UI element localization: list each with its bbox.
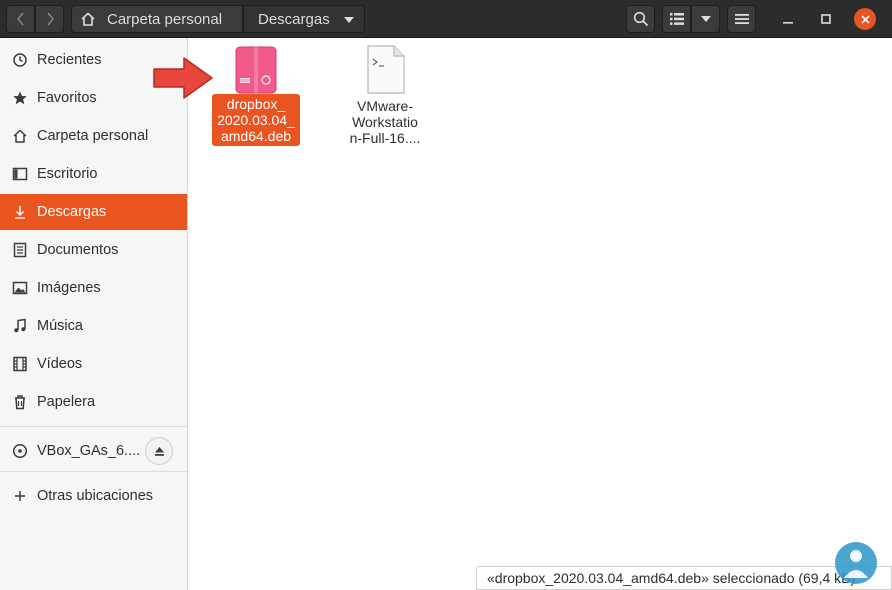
sidebar-separator	[0, 426, 187, 427]
file-label-line: amd64.deb	[220, 128, 292, 144]
file-label-line: n-Full-16....	[349, 130, 421, 146]
sidebar-item-label: Favoritos	[37, 90, 97, 106]
minimize-button[interactable]	[774, 5, 802, 33]
sidebar-item-label: Música	[37, 318, 83, 334]
chevron-right-icon	[46, 12, 54, 26]
search-icon	[633, 11, 648, 27]
header-bar: Carpeta personal Descargas	[0, 0, 892, 38]
sidebar-item-label: Documentos	[37, 242, 119, 258]
eject-icon	[154, 446, 164, 456]
sidebar-item-imagenes[interactable]: Imágenes	[0, 270, 187, 306]
file-label-line: Workstatio	[352, 114, 418, 130]
file-label-line: 2020.03.04_	[217, 112, 295, 128]
sidebar-item-otras-ubicaciones[interactable]: Otras ubicaciones	[0, 478, 187, 514]
breadcrumb-current-label: Descargas	[258, 10, 330, 28]
eject-button[interactable]	[145, 437, 173, 465]
sidebar-separator	[0, 471, 187, 472]
breadcrumb-home-label: Carpeta personal	[107, 10, 223, 28]
file-label-line: VMware-	[356, 98, 413, 114]
plus-icon	[12, 488, 28, 504]
document-icon	[12, 242, 28, 258]
music-icon	[12, 318, 28, 334]
hamburger-menu-icon	[734, 14, 749, 24]
sidebar-item-label: Imágenes	[37, 280, 101, 296]
clock-icon	[12, 52, 28, 68]
sidebar-item-videos[interactable]: Vídeos	[0, 346, 187, 382]
sidebar-item-label: Recientes	[37, 52, 102, 68]
main-menu-button[interactable]	[727, 5, 756, 33]
sidebar-item-label: Carpeta personal	[37, 128, 149, 144]
maximize-button[interactable]	[812, 5, 840, 33]
desktop-icon	[12, 166, 28, 182]
sidebar-item-label: Escritorio	[37, 166, 98, 182]
sidebar-item-label: VBox_GAs_6....	[37, 443, 141, 459]
sidebar-item-escritorio[interactable]: Escritorio	[0, 156, 187, 192]
sidebar-item-label: Descargas	[37, 204, 107, 220]
sidebar: Recientes Favoritos Carpeta personal Esc…	[0, 38, 188, 590]
list-view-icon	[669, 13, 684, 25]
caret-down-icon	[700, 16, 711, 22]
script-file-icon	[367, 45, 405, 94]
maximize-icon	[821, 14, 831, 24]
image-icon	[12, 280, 28, 296]
home-icon	[12, 128, 28, 144]
trash-icon	[12, 394, 28, 410]
file-label-vmware: VMware- Workstatio n-Full-16....	[340, 96, 430, 148]
sidebar-item-documentos[interactable]: Documentos	[0, 232, 187, 268]
list-view-button[interactable]	[662, 5, 691, 33]
sidebar-item-musica[interactable]: Música	[0, 308, 187, 344]
sidebar-item-label: Otras ubicaciones	[37, 488, 154, 504]
file-label-line: dropbox_	[226, 96, 286, 112]
deb-package-icon	[235, 46, 277, 94]
sidebar-item-label: Papelera	[37, 394, 96, 410]
breadcrumb-home[interactable]: Carpeta personal	[71, 5, 243, 33]
status-text: «dropbox_2020.03.04_amd64.deb» seleccion…	[487, 570, 856, 586]
video-icon	[12, 356, 28, 372]
forward-button[interactable]	[35, 5, 64, 33]
file-label-dropbox: dropbox_ 2020.03.04_ amd64.deb	[212, 94, 300, 146]
sidebar-item-papelera[interactable]: Papelera	[0, 384, 187, 420]
watermark-logo	[835, 542, 877, 584]
sidebar-item-descargas[interactable]: Descargas	[0, 194, 187, 230]
star-icon	[12, 90, 28, 106]
close-button-circle	[854, 8, 876, 30]
sidebar-item-carpeta-personal[interactable]: Carpeta personal	[0, 118, 187, 154]
breadcrumb-current[interactable]: Descargas	[243, 5, 365, 33]
sidebar-item-label: Vídeos	[37, 356, 83, 372]
caret-down-icon	[344, 17, 354, 23]
close-icon	[860, 14, 870, 24]
back-button[interactable]	[6, 5, 35, 33]
view-options-button[interactable]	[691, 5, 720, 33]
disc-icon	[12, 443, 28, 459]
status-bar: «dropbox_2020.03.04_amd64.deb» seleccion…	[476, 566, 892, 590]
download-icon	[12, 204, 28, 220]
home-icon	[81, 12, 95, 26]
minimize-icon	[783, 22, 793, 24]
chevron-left-icon	[16, 12, 24, 26]
close-button[interactable]	[851, 5, 879, 33]
search-button[interactable]	[626, 5, 655, 33]
arrow-annotation	[153, 57, 213, 99]
